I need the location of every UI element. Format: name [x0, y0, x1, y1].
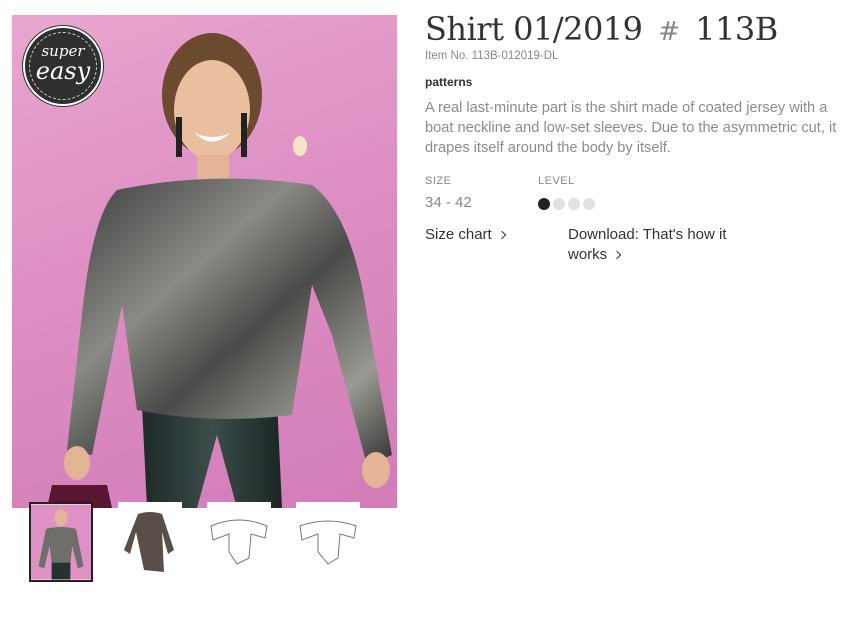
thumbnail-shirt-photo[interactable]	[118, 502, 182, 582]
main-product-image[interactable]: super easy	[12, 15, 397, 508]
thumbnail-front-sketch-image	[210, 519, 268, 565]
size-chart-link[interactable]: Size chart	[425, 225, 545, 245]
level-dot-empty	[583, 198, 595, 210]
level-indicator	[538, 197, 598, 215]
product-gallery: super easy	[12, 15, 397, 508]
download-label: Download: That's how it works	[568, 226, 727, 263]
item-number: Item No. 113B-012019-DL	[425, 50, 559, 62]
thumbnail-model-image	[31, 504, 91, 580]
badge-bottom-text: easy	[35, 57, 91, 85]
chevron-right-icon	[497, 230, 506, 240]
chevron-right-icon	[612, 250, 622, 260]
product-links: Size chart Download: That's how it works	[425, 225, 840, 275]
level-label: LEVEL	[538, 175, 575, 187]
thumbnail-front-sketch[interactable]	[207, 502, 271, 582]
product-description: A real last-minute part is the shirt mad…	[425, 100, 837, 156]
thumbnail-back-sketch-image	[299, 520, 357, 565]
level-dot-empty	[568, 198, 580, 210]
size-label: SIZE	[425, 175, 452, 187]
thumbnail-shirt-image	[124, 512, 174, 572]
thumbnail-model-photo[interactable]	[29, 502, 93, 582]
download-link[interactable]: Download: That's how it works	[568, 225, 768, 265]
size-value: 34 - 42	[425, 194, 472, 211]
title-name: Shirt 01/2019	[425, 10, 643, 48]
level-dot-filled	[538, 198, 550, 210]
size-chart-label: Size chart	[425, 226, 492, 243]
title-hash: #	[658, 17, 680, 47]
product-title: Shirt 01/2019 # 113B	[425, 10, 840, 48]
product-specs: SIZE 34 - 42 LEVEL	[425, 175, 840, 225]
product-info: Shirt 01/2019 # 113B Item No. 113B-01201…	[425, 10, 840, 275]
level-dot-empty	[553, 198, 565, 210]
super-easy-badge: super easy	[23, 26, 103, 106]
category-label: patterns	[425, 75, 473, 89]
thumbnail-strip	[29, 502, 369, 582]
title-code: 113B	[695, 10, 778, 48]
thumbnail-back-sketch[interactable]	[296, 502, 360, 582]
